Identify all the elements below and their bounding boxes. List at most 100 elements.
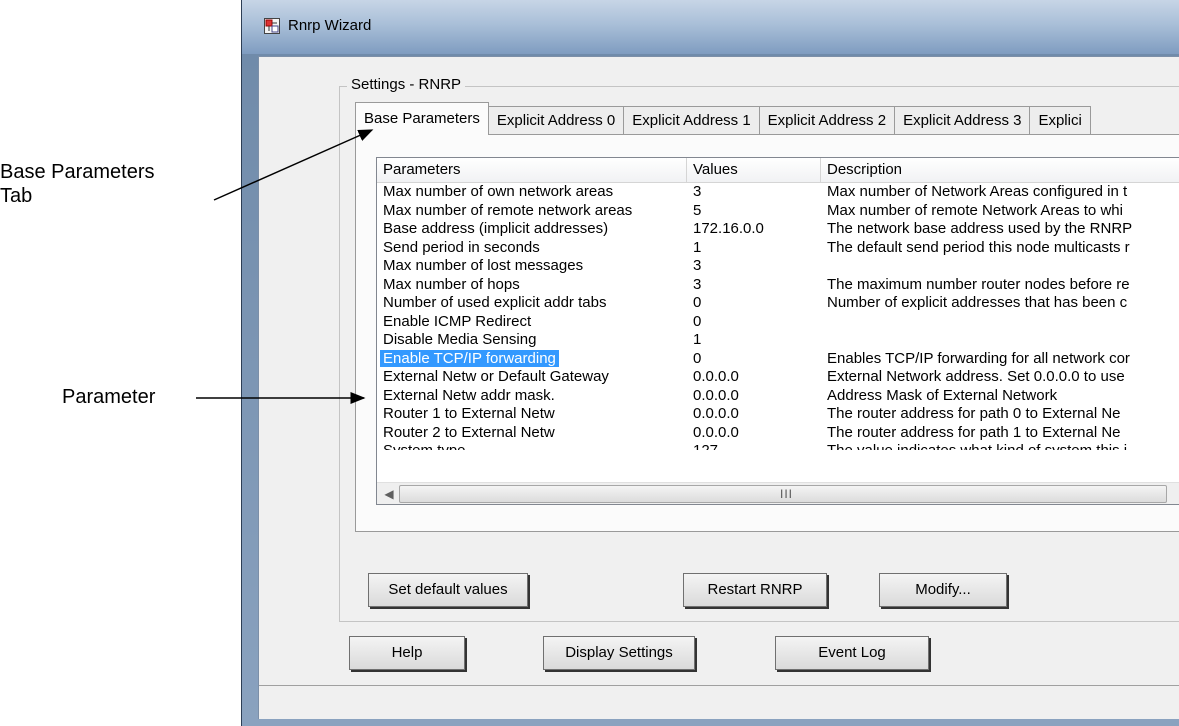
callout-base-parameters-text: Base Parameters Tab (0, 161, 155, 207)
rnrp-app-icon (264, 18, 280, 34)
callout-base-parameters-tab: Base Parameters Tab (0, 160, 155, 208)
row-value: 3 (693, 275, 702, 293)
scroll-left-icon[interactable]: ◀ (381, 485, 397, 503)
row-description: The maximum number router nodes before r… (827, 275, 1130, 293)
callout-parameter: Parameter (62, 385, 155, 409)
row-value: 0 (693, 312, 702, 330)
row-parameter-text: Number of used explicit addr tabs (383, 294, 607, 311)
rnrp-wizard-window: Rnrp Wizard Settings - RNRP Base Paramet… (241, 0, 1179, 726)
row-description (821, 257, 1179, 276)
tab-explicit-address-0[interactable]: Explicit Address 0 (487, 106, 625, 135)
client-area: Settings - RNRP Base Parameters Explicit… (258, 56, 1179, 719)
table-row[interactable]: Max number of own network areas 3 Max numb… (377, 183, 1179, 202)
row-value: 5 (693, 201, 702, 219)
row-parameter: Enable ICMP Redirect (377, 313, 687, 332)
row-description: The default send period this node multic… (827, 238, 1130, 256)
row-parameter: Max number of hops (377, 276, 687, 295)
row-parameter: Router 1 to External Netw (377, 405, 687, 424)
tab-explicit-address-3[interactable]: Explicit Address 3 (894, 106, 1031, 135)
parameters-list[interactable]: Parameters Values Description Max number… (376, 157, 1179, 505)
row-description: Max number of Network Areas configured i… (827, 183, 1128, 200)
row-parameter: Enable TCP/IP forwarding (377, 349, 687, 369)
row-parameter: Base address (implicit addresses) (377, 220, 687, 239)
row-parameter: Max number of own network areas (377, 183, 687, 202)
table-row[interactable]: External Netw or Default Gateway 0.0.0.0 E… (377, 368, 1179, 387)
row-parameter: Disable Media Sensing (377, 331, 687, 350)
row-value: 0.0.0.0 (693, 423, 739, 441)
row-parameter-text: Router 2 to External Netw (383, 423, 555, 441)
display-settings-button[interactable]: Display Settings (543, 636, 695, 670)
title-bar[interactable]: Rnrp Wizard (242, 0, 1179, 54)
row-parameter-text: System type (383, 442, 466, 450)
list-rows: Max number of own network areas 3 Max numb… (377, 183, 1179, 450)
horizontal-scrollbar[interactable]: ◀ III (377, 482, 1179, 504)
table-row[interactable]: Base address (implicit addresses) 172.16.… (377, 220, 1179, 239)
table-row[interactable]: Max number of lost messages 3 (377, 257, 1179, 276)
row-value: 172.16.0.0 (693, 220, 764, 237)
row-parameter-text: External Netw addr mask. (383, 386, 555, 404)
set-default-values-button[interactable]: Set default values (368, 573, 528, 607)
row-value: 3 (693, 257, 702, 274)
row-parameter-text: Max number of own network areas (383, 183, 614, 200)
row-parameter: Router 2 to External Netw (377, 424, 687, 443)
row-description: Address Mask of External Network (827, 386, 1058, 404)
scroll-thumb[interactable]: III (399, 485, 1167, 503)
window-title: Rnrp Wizard (288, 17, 372, 34)
row-parameter-text: Enable ICMP Redirect (383, 312, 532, 330)
column-header-values[interactable]: Values (687, 158, 821, 182)
row-parameter: Number of used explicit addr tabs (377, 294, 687, 313)
row-parameter-text: Max number of remote network areas (383, 201, 633, 219)
tab-strip: Base Parameters Explicit Address 0 Expli… (355, 101, 1091, 135)
row-parameter-text: Base address (implicit addresses) (383, 220, 609, 237)
row-parameter: External Netw addr mask. (377, 387, 687, 406)
row-value: 0 (693, 294, 702, 311)
modify-button[interactable]: Modify... (879, 573, 1007, 607)
row-description: The network base address used by the RNR… (827, 220, 1133, 237)
row-description: Number of explicit addresses that has be… (827, 294, 1128, 311)
table-row[interactable]: Number of used explicit addr tabs 0 Number… (377, 294, 1179, 313)
row-parameter: External Netw or Default Gateway (377, 368, 687, 387)
row-description: Max number of remote Network Areas to wh… (827, 201, 1123, 219)
row-parameter-text: Router 1 to External Netw (383, 405, 555, 422)
table-row[interactable]: Router 2 to External Netw 0.0.0.0 The rout… (377, 424, 1179, 443)
row-description: The router address for path 0 to Externa… (827, 405, 1121, 422)
column-header-description[interactable]: Description (821, 158, 1179, 182)
tab-explicit-address-1[interactable]: Explicit Address 1 (623, 106, 760, 135)
table-row[interactable]: Max number of remote network areas 5 Max n… (377, 202, 1179, 221)
settings-group-label: Settings - RNRP (347, 76, 466, 93)
row-description (821, 331, 1179, 350)
row-value: 0.0.0.0 (693, 405, 739, 422)
event-log-button[interactable]: Event Log (775, 636, 929, 670)
column-header-parameters[interactable]: Parameters (377, 158, 687, 182)
row-value: 1 (693, 331, 702, 348)
tab-base-parameters[interactable]: Base Parameters (355, 102, 489, 135)
table-row[interactable]: Router 1 to External Netw 0.0.0.0 The rout… (377, 405, 1179, 424)
table-row[interactable]: External Netw addr mask. 0.0.0.0 Address M… (377, 387, 1179, 406)
restart-rnrp-button[interactable]: Restart RNRP (683, 573, 827, 607)
tab-explicit-address-4[interactable]: Explici (1029, 106, 1091, 135)
row-value: 1 (693, 238, 702, 256)
status-bar (259, 685, 1179, 718)
row-description: Enables TCP/IP forwarding for all networ… (827, 349, 1130, 367)
table-row[interactable]: System type 127The value indicates what k… (377, 442, 1179, 450)
row-parameter-text: Max number of lost messages (383, 257, 584, 274)
row-value: 0.0.0.0 (693, 368, 739, 385)
row-parameter-text: Send period in seconds (383, 238, 540, 256)
row-parameter: Max number of lost messages (377, 257, 687, 276)
row-value: 0 (693, 349, 702, 367)
help-button[interactable]: Help (349, 636, 465, 670)
row-description: The value indicates what kind of system … (821, 442, 1179, 450)
table-row[interactable]: Enable TCP/IP forwarding 0 Enables TCP/IP … (377, 349, 1179, 369)
row-parameter: Send period in seconds (377, 239, 687, 258)
tab-explicit-address-2[interactable]: Explicit Address 2 (758, 106, 896, 135)
row-description: External Network address. Set 0.0.0.0 to… (827, 368, 1125, 385)
table-row[interactable]: Enable ICMP Redirect 0 (377, 313, 1179, 332)
callout-parameter-text: Parameter (62, 386, 156, 408)
table-row[interactable]: Send period in seconds 1 The default send … (377, 239, 1179, 258)
row-parameter-text: Disable Media Sensing (383, 331, 537, 348)
row-value: 127 (687, 442, 821, 450)
table-row[interactable]: Disable Media Sensing 1 (377, 331, 1179, 350)
row-parameter-text: Max number of hops (383, 275, 520, 293)
table-row[interactable]: Max number of hops 3 The maximum number ro… (377, 276, 1179, 295)
row-value: 3 (693, 183, 702, 200)
